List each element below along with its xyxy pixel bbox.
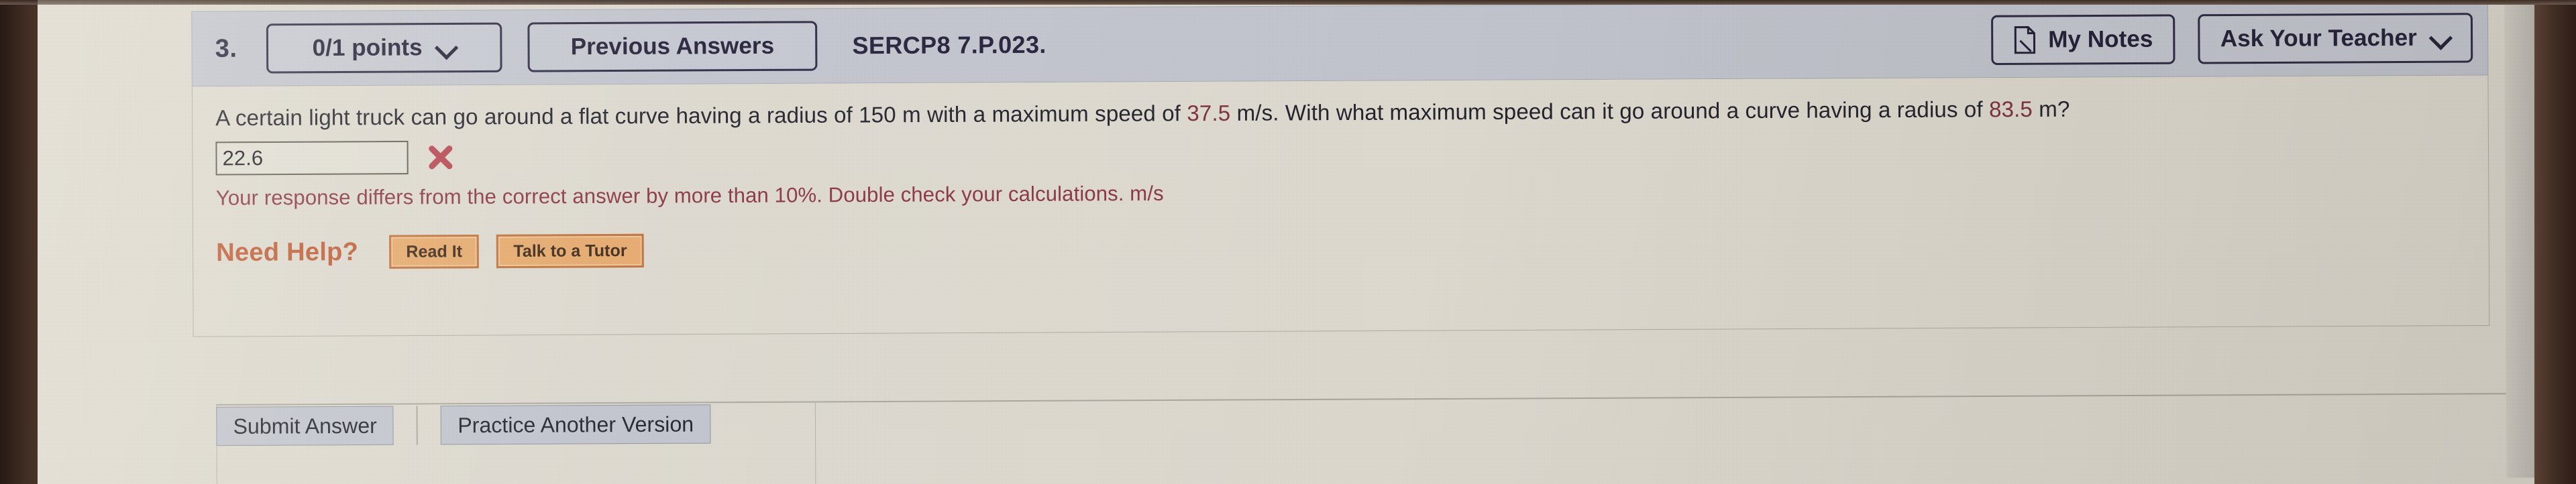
need-help-row: Need Help? Read It Talk to a Tutor <box>216 225 2466 270</box>
header-spacer <box>1046 40 1991 45</box>
ask-your-teacher-dropdown[interactable]: Ask Your Teacher <box>2198 13 2473 64</box>
prompt-value-1: 37.5 <box>1187 100 1231 126</box>
answer-feedback: Your response differs from the correct a… <box>215 181 1164 210</box>
question-body: A certain light truck can go around a fl… <box>191 75 2490 337</box>
browser-page: 3. 0/1 points Previous Answers SERCP8 7.… <box>38 0 2534 484</box>
previous-answers-label: Previous Answers <box>570 32 775 60</box>
document-page-icon <box>2014 26 2035 54</box>
photo-frame: 3. 0/1 points Previous Answers SERCP8 7.… <box>0 0 2576 484</box>
my-notes-button[interactable]: My Notes <box>1990 14 2176 66</box>
read-it-button[interactable]: Read It <box>389 235 480 269</box>
prompt-part-2: m/s. With what maximum speed can it go a… <box>1230 97 1990 125</box>
question-card: 3. 0/1 points Previous Answers SERCP8 7.… <box>191 0 2490 337</box>
ask-teacher-label: Ask Your Teacher <box>2220 24 2417 52</box>
previous-answers-button[interactable]: Previous Answers <box>527 21 818 72</box>
need-help-label: Need Help? <box>216 237 359 267</box>
exercise-id: SERCP8 7.P.023. <box>852 30 1046 60</box>
prompt-value-2: 83.5 <box>1988 96 2033 122</box>
monitor-bezel-left <box>0 0 38 484</box>
question-number: 3. <box>215 34 237 63</box>
screen-area: 3. 0/1 points Previous Answers SERCP8 7.… <box>38 0 2534 484</box>
practice-another-version-button[interactable]: Practice Another Version <box>441 404 711 445</box>
monitor-bezel-right <box>2534 0 2576 484</box>
prompt-part-3: m? <box>2032 96 2070 122</box>
my-notes-label: My Notes <box>2048 25 2153 53</box>
chevron-down-icon <box>436 38 456 58</box>
points-label: 0/1 points <box>312 34 423 62</box>
prompt-part-1: A certain light truck can go around a fl… <box>215 101 1187 131</box>
red-x-icon <box>429 145 453 170</box>
submit-answer-button[interactable]: Submit Answer <box>216 406 394 446</box>
answer-row <box>215 131 2465 176</box>
points-dropdown[interactable]: 0/1 points <box>266 22 502 74</box>
question-header: 3. 0/1 points Previous Answers SERCP8 7.… <box>191 0 2489 87</box>
footer-actions: Submit Answer Practice Another Version <box>193 404 800 446</box>
answer-input[interactable] <box>215 141 409 176</box>
question-prompt: A certain light truck can go around a fl… <box>215 93 2458 133</box>
action-divider <box>416 406 419 445</box>
chevron-down-icon <box>2430 27 2451 48</box>
page-scrollbar[interactable] <box>2504 0 2534 478</box>
monitor-bezel-top <box>0 0 2576 5</box>
talk-to-a-tutor-button[interactable]: Talk to a Tutor <box>496 234 644 269</box>
